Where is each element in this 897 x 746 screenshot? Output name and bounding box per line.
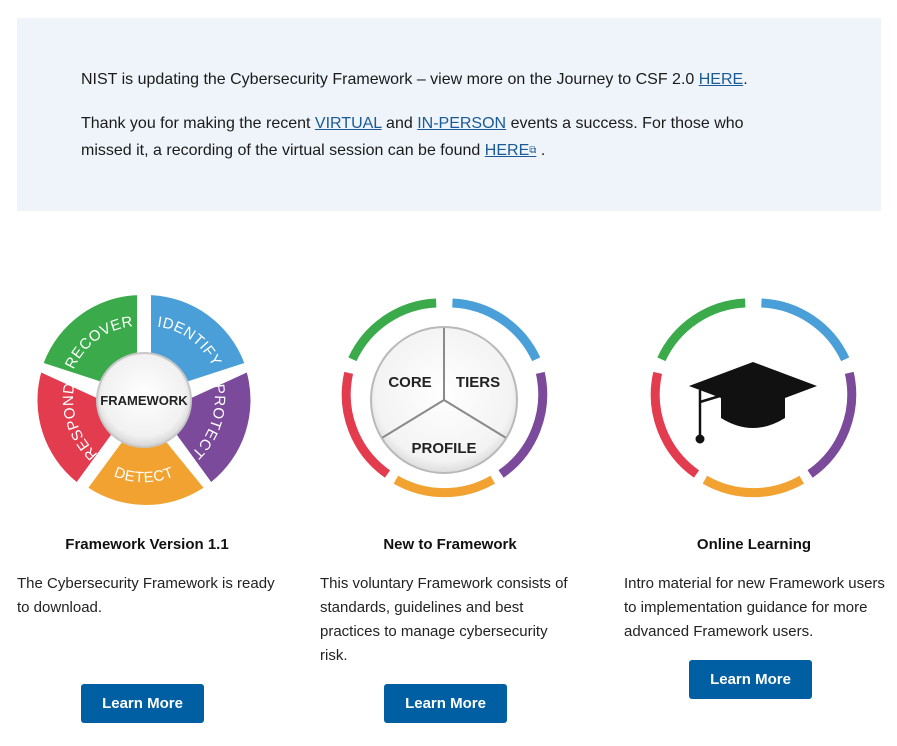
ring-arc-blue bbox=[761, 298, 850, 362]
in-person-link[interactable]: IN-PERSON bbox=[417, 115, 506, 132]
profile-label: PROFILE bbox=[411, 440, 476, 457]
learn-more-button[interactable]: Learn More bbox=[689, 660, 812, 699]
learn-more-button[interactable]: Learn More bbox=[81, 684, 204, 723]
card-title: Online Learning bbox=[696, 536, 812, 553]
banner-line-3-end: . bbox=[540, 142, 546, 159]
card-description: This voluntary Framework consists of sta… bbox=[320, 575, 568, 664]
ring-arc-purple bbox=[807, 371, 857, 478]
ring-arc-orange bbox=[393, 475, 495, 498]
ring-arc-green bbox=[657, 298, 746, 362]
card-title: Framework Version 1.1 bbox=[65, 536, 229, 553]
ring-arc-orange bbox=[702, 475, 804, 498]
core-tiers-profile-icon: CORE TIERS PROFILE bbox=[341, 298, 548, 498]
external-link-icon: ⧉ bbox=[529, 145, 537, 156]
online-learning-icon bbox=[650, 298, 857, 498]
recording-link[interactable]: HERE⧉ bbox=[485, 142, 537, 159]
wheel-center-label: FRAMEWORK bbox=[100, 393, 188, 408]
banner-line-2-prefix: Thank you for making the recent bbox=[81, 115, 311, 132]
banner-line-3-prefix: missed it, a recording of the virtual se… bbox=[81, 142, 481, 159]
virtual-link[interactable]: VIRTUAL bbox=[315, 115, 382, 132]
ring-arc-red bbox=[650, 371, 700, 478]
card-title: New to Framework bbox=[383, 536, 517, 553]
recording-link-text[interactable]: HERE bbox=[485, 142, 529, 159]
banner-line-1-text: NIST is updating the Cybersecurity Frame… bbox=[81, 71, 695, 88]
card-description: The Cybersecurity Framework is ready to … bbox=[17, 575, 275, 616]
announcement-banner: NIST is updating the Cybersecurity Frame… bbox=[17, 18, 881, 211]
banner-line-2-suffix: events a success. For those who bbox=[510, 115, 744, 132]
journey-csf-link[interactable]: HERE bbox=[699, 71, 743, 88]
tiers-label: TIERS bbox=[456, 374, 500, 391]
graduation-cap-icon bbox=[689, 362, 817, 444]
learn-more-button[interactable]: Learn More bbox=[384, 684, 507, 723]
framework-wheel-icon: FRAMEWORK IDENTIFY PROTECT DETECT RESPON… bbox=[37, 295, 251, 505]
banner-line-1: NIST is updating the Cybersecurity Frame… bbox=[81, 71, 748, 88]
banner-line-2: Thank you for making the recent VIRTUAL … bbox=[81, 110, 744, 137]
banner-line-2-and: and bbox=[386, 115, 413, 132]
banner-line-3: missed it, a recording of the virtual se… bbox=[81, 137, 545, 164]
core-label: CORE bbox=[388, 374, 431, 391]
card-description: Intro material for new Framework users t… bbox=[624, 575, 885, 640]
